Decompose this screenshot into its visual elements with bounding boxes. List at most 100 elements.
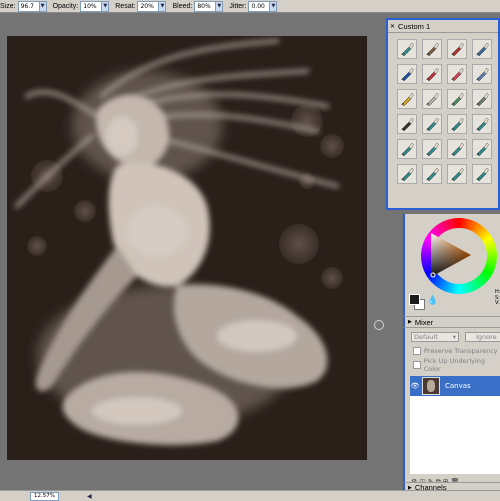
size-label: Size: (0, 2, 16, 10)
composite-method-value: Default (414, 333, 438, 341)
brush-variant-button[interactable] (472, 139, 492, 159)
brush-variant-button[interactable] (397, 139, 417, 159)
property-bar: Size: 96.7 ▼ Opacity: 10% ▼ Resat: 20% ▼… (0, 0, 500, 13)
brush-variant-button[interactable] (422, 139, 442, 159)
preserve-transparency-label: Preserve Transparency (424, 347, 498, 355)
custom-palette-title: Custom 1 (398, 21, 431, 31)
brush-variant-button[interactable] (447, 164, 467, 184)
resat-input[interactable]: 20% (137, 0, 160, 12)
brush-variant-button[interactable] (472, 39, 492, 59)
bleed-label: Bleed: (172, 2, 193, 10)
saturation-value-triangle[interactable] (429, 231, 473, 279)
brush-cursor (374, 320, 384, 330)
brush-icon (401, 42, 414, 57)
brush-icon (476, 142, 489, 157)
bleed-input[interactable]: 80% (194, 0, 217, 12)
close-icon[interactable]: ✕ (390, 23, 395, 30)
brush-icon (401, 142, 414, 157)
brush-icon (401, 92, 414, 107)
brush-variant-button[interactable] (397, 89, 417, 109)
resat-control: Resat: 20% ▼ (115, 0, 167, 12)
size-spinner[interactable]: ▼ (39, 0, 47, 12)
checkbox-box[interactable] (413, 347, 421, 355)
pick-up-underlying-checkbox[interactable]: Pick Up Underlying Color (413, 357, 500, 373)
checkbox-box[interactable] (413, 361, 421, 369)
layers-options-row: Default ▾ Ignore (411, 332, 500, 342)
main-color-swatch[interactable] (409, 294, 420, 305)
brush-icon (426, 92, 439, 107)
color-swatches (409, 294, 425, 310)
jitter-input[interactable]: 0.00 (248, 0, 271, 12)
brush-icon (426, 67, 439, 82)
size-input[interactable]: 96.7 (17, 0, 40, 12)
opacity-spinner[interactable]: ▼ (102, 0, 110, 12)
brush-variant-button[interactable] (447, 114, 467, 134)
brush-variant-button[interactable] (397, 164, 417, 184)
opacity-input[interactable]: 10% (80, 0, 103, 12)
layer-thumbnail (422, 377, 440, 395)
hsv-readout: H: S: V: (495, 289, 500, 307)
brush-icon (476, 67, 489, 82)
brush-icon (426, 42, 439, 57)
brush-icon (451, 167, 464, 182)
brush-icon (401, 167, 414, 182)
brush-variant-button[interactable] (422, 64, 442, 84)
brush-icon (451, 117, 464, 132)
brush-variant-button[interactable] (447, 64, 467, 84)
custom-palette-titlebar[interactable]: ✕ Custom 1 (388, 20, 498, 33)
brush-variant-button[interactable] (472, 89, 492, 109)
layer-list[interactable] (410, 396, 500, 474)
bleed-spinner[interactable]: ▼ (216, 0, 224, 12)
brush-variant-button[interactable] (447, 89, 467, 109)
brush-variant-button[interactable] (422, 114, 442, 134)
dropper-icon[interactable]: 💧 (427, 296, 438, 306)
layers-panel: Default ▾ Ignore Preserve Transparency P… (403, 328, 500, 490)
brush-variant-button[interactable] (422, 39, 442, 59)
value-readout: V: (495, 300, 500, 306)
opacity-label: Opacity: (52, 2, 79, 10)
brush-variant-button[interactable] (447, 139, 467, 159)
preserve-transparency-checkbox[interactable]: Preserve Transparency (413, 347, 498, 355)
jitter-label: Jitter: (229, 2, 247, 10)
brush-variant-button[interactable] (397, 114, 417, 134)
resat-spinner[interactable]: ▼ (159, 0, 167, 12)
brush-variant-button[interactable] (472, 164, 492, 184)
resat-label: Resat: (115, 2, 136, 10)
custom-palette: ✕ Custom 1 (386, 18, 500, 210)
layer-row-canvas[interactable]: 👁 Canvas (410, 376, 500, 396)
jitter-control: Jitter: 0.00 ▼ (229, 0, 278, 12)
brush-variant-button[interactable] (422, 89, 442, 109)
opacity-control: Opacity: 10% ▼ (52, 0, 110, 12)
bleed-control: Bleed: 80% ▼ (172, 0, 224, 12)
layer-name: Canvas (445, 382, 471, 390)
brush-icon (451, 142, 464, 157)
brush-variant-button[interactable] (447, 39, 467, 59)
brush-icon (401, 67, 414, 82)
document-canvas[interactable] (7, 36, 367, 460)
zoom-level[interactable]: 12.57% (30, 491, 59, 501)
brush-icon (401, 117, 414, 132)
brush-icon (451, 42, 464, 57)
brush-icon (476, 92, 489, 107)
chevron-down-icon: ▾ (452, 333, 456, 341)
brush-variant-button[interactable] (472, 114, 492, 134)
brush-variant-button[interactable] (397, 64, 417, 84)
brush-variant-button[interactable] (397, 39, 417, 59)
brush-icon (476, 117, 489, 132)
brush-icon (451, 67, 464, 82)
status-bar: 12.57% ◀ (0, 490, 500, 501)
composite-method-dropdown[interactable]: Default ▾ (411, 332, 459, 342)
expand-arrow-icon[interactable]: ▶ (408, 319, 412, 325)
brush-icon (476, 167, 489, 182)
brush-variant-button[interactable] (422, 164, 442, 184)
brush-icon (451, 92, 464, 107)
eye-icon[interactable]: 👁 (410, 382, 420, 390)
mixer-panel-header[interactable]: ▶ Mixer (403, 316, 500, 328)
ignore-dropdown[interactable]: Ignore (465, 332, 500, 342)
jitter-spinner[interactable]: ▼ (270, 0, 278, 12)
scroll-left-arrow-icon[interactable]: ◀ (87, 493, 92, 500)
brush-variant-button[interactable] (472, 64, 492, 84)
brush-icon (426, 117, 439, 132)
painting-artwork (7, 36, 367, 460)
size-control: Size: 96.7 ▼ (0, 0, 47, 12)
